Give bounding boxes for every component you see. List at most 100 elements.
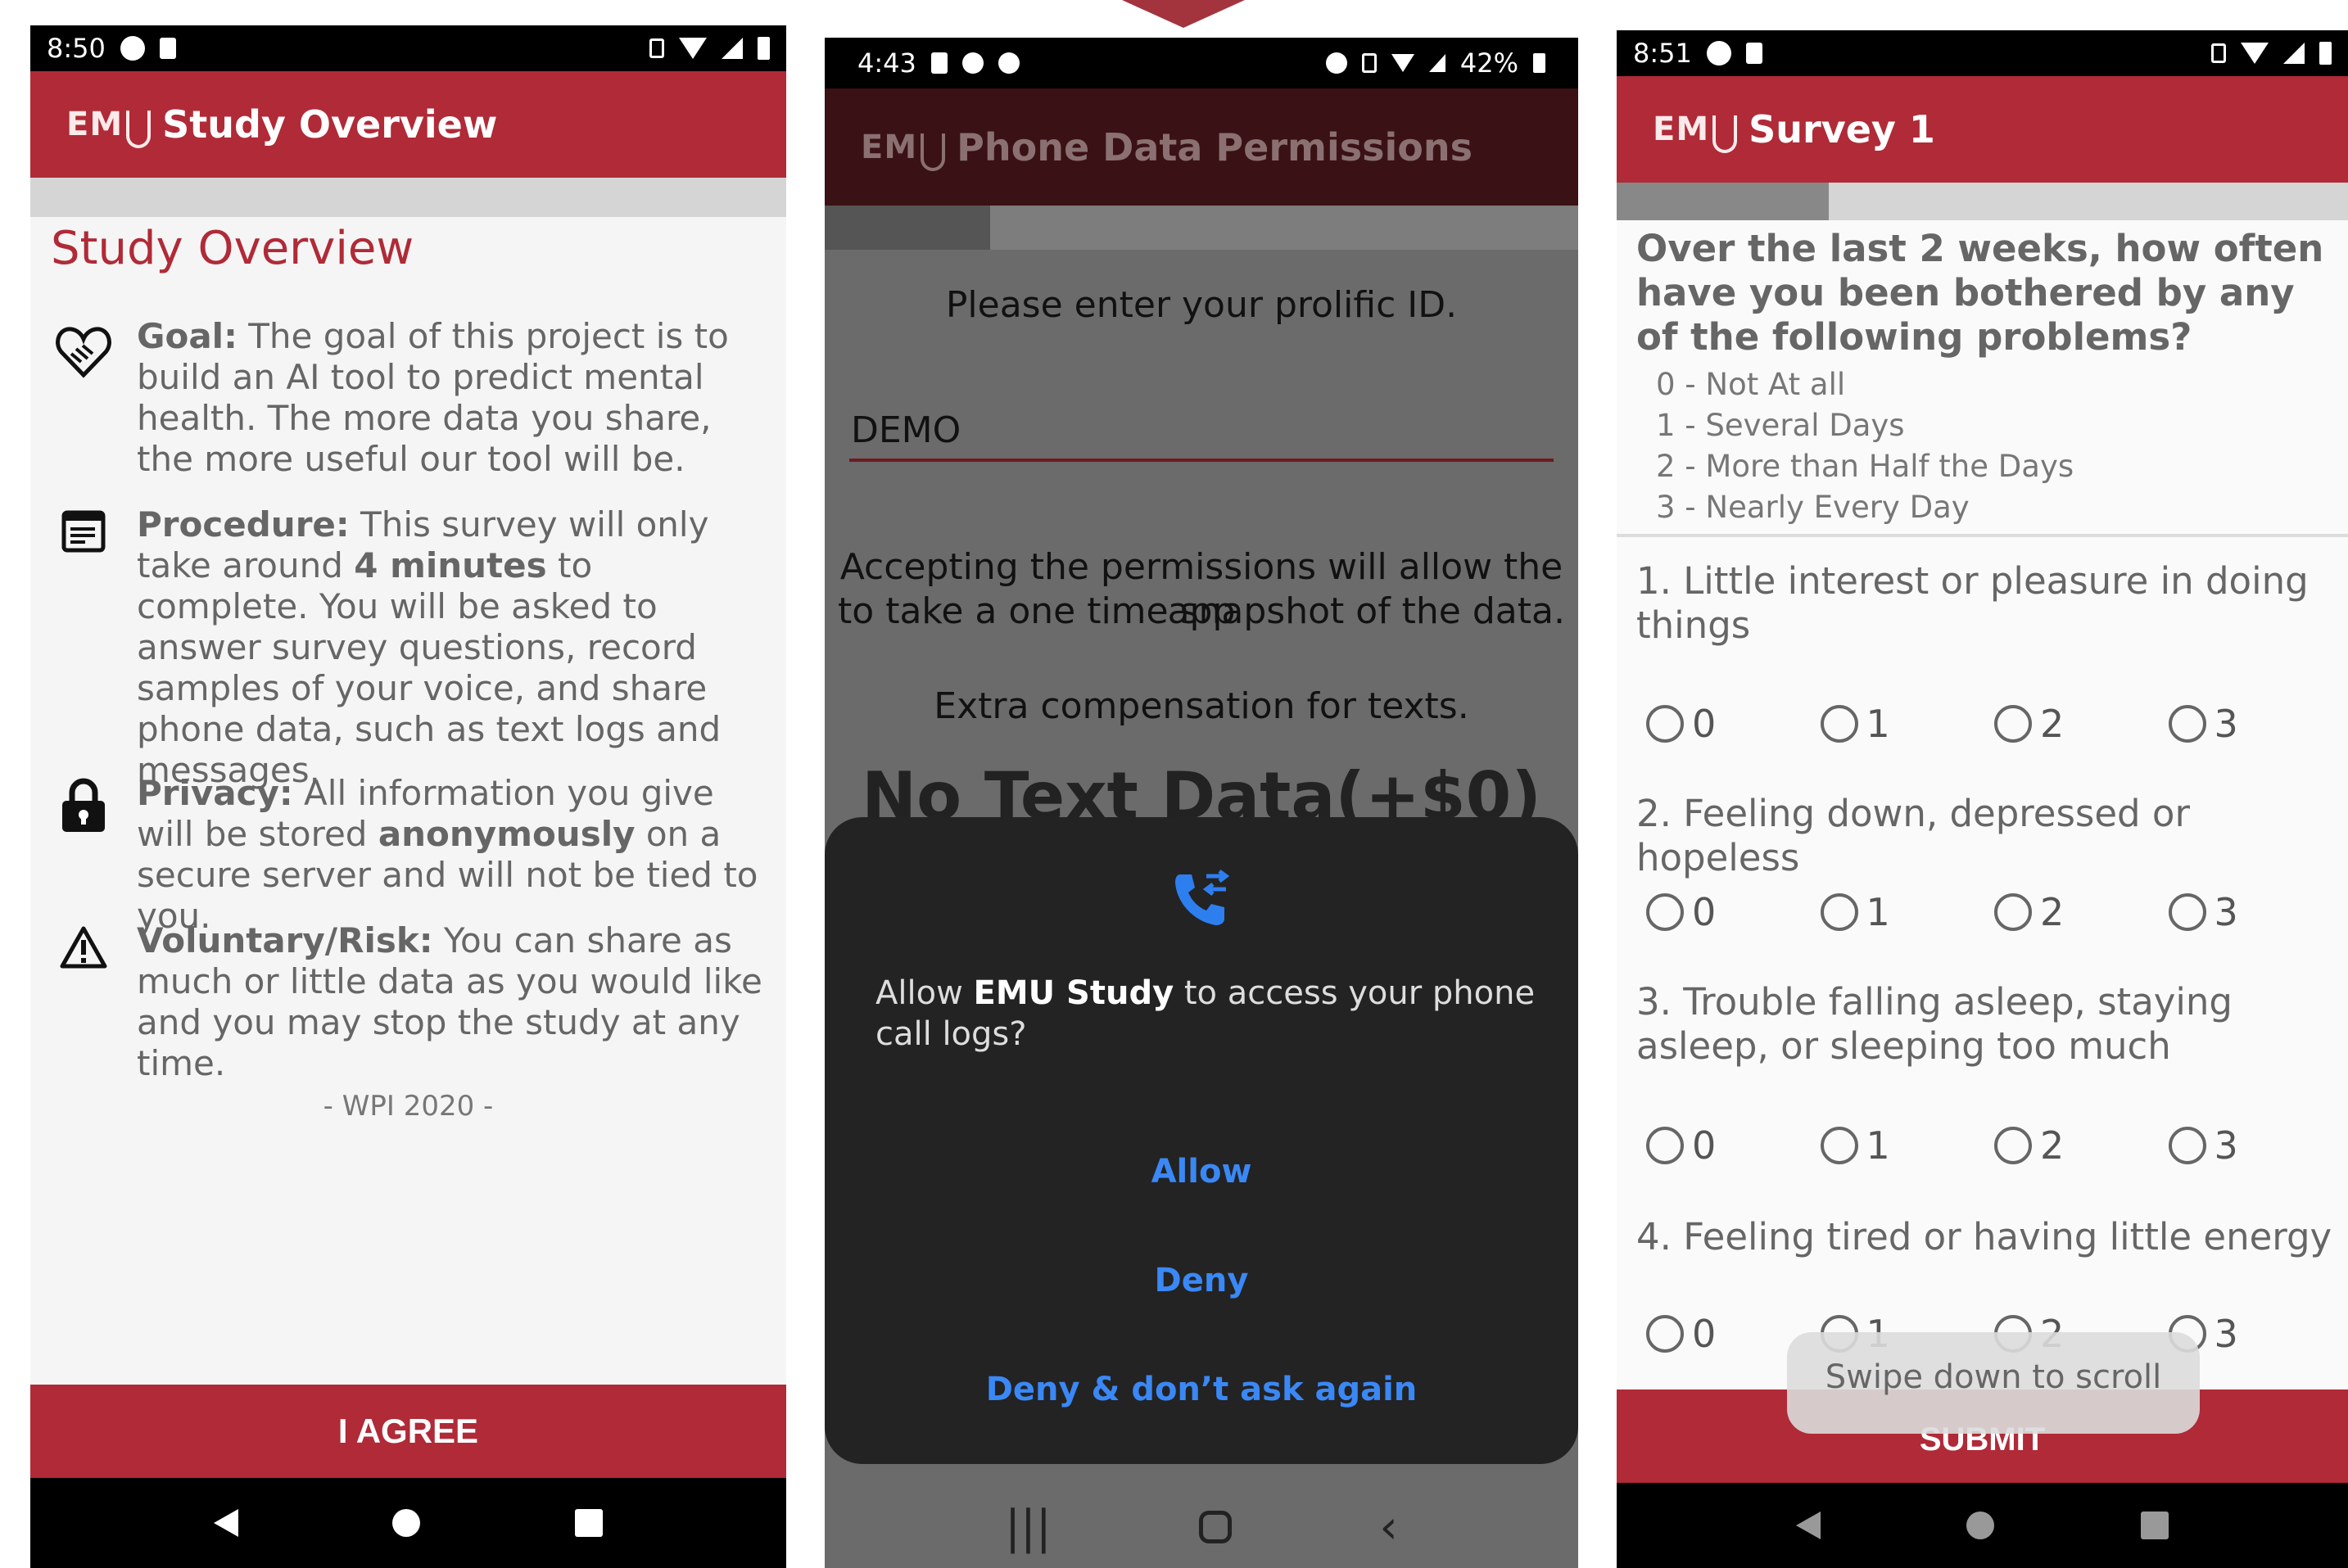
wifi-icon bbox=[1391, 54, 1414, 72]
divider bbox=[1617, 534, 2348, 537]
status-bar: 4:43 42% bbox=[825, 38, 1578, 88]
battery-icon bbox=[758, 37, 770, 60]
compensation-text: Extra compensation for texts. bbox=[934, 685, 1469, 727]
radio-option[interactable]: 0 bbox=[1646, 702, 1821, 746]
status-bar: 8:51 bbox=[1617, 30, 2348, 76]
permission-dialog: Allow EMU Study to access your phone cal… bbox=[825, 817, 1578, 1464]
app-notification-icon bbox=[998, 52, 1020, 74]
nav-bar: ||| ‹ bbox=[825, 1486, 1578, 1568]
goal-item: Goal: The goal of this project is to bui… bbox=[30, 316, 786, 480]
back-icon[interactable] bbox=[214, 1509, 239, 1537]
survey-screen: 8:51 EM Survey 1 Over the last 2 weeks, … bbox=[1617, 30, 2348, 1568]
radio-option[interactable]: 2 bbox=[1994, 1123, 2169, 1168]
privacy-item: Privacy: All information you give will b… bbox=[30, 773, 786, 937]
back-icon[interactable]: ‹ bbox=[1379, 1501, 1397, 1554]
gallery-icon bbox=[930, 52, 948, 74]
deny-button[interactable]: Deny bbox=[825, 1262, 1578, 1299]
radio-option[interactable]: 0 bbox=[1646, 890, 1821, 934]
scale-item: 0 - Not At all bbox=[1656, 367, 1846, 402]
progress-bar bbox=[825, 206, 1578, 250]
status-time: 4:43 bbox=[857, 47, 916, 79]
wifi-icon bbox=[2241, 43, 2269, 64]
recents-icon[interactable] bbox=[574, 1509, 603, 1537]
dialog-message: Allow EMU Study to access your phone cal… bbox=[875, 974, 1536, 1053]
allow-button[interactable]: Allow bbox=[825, 1153, 1578, 1191]
emu-logo: EM bbox=[1653, 111, 1710, 148]
stethoscope-logo-icon bbox=[1712, 115, 1738, 153]
status-time: 8:50 bbox=[47, 33, 106, 64]
battery-icon bbox=[1533, 53, 1545, 73]
toolbar-title: Survey 1 bbox=[1749, 107, 1935, 151]
instagram-icon bbox=[961, 52, 984, 74]
phone-call-logs-icon bbox=[1175, 870, 1230, 925]
radio-option[interactable]: 0 bbox=[1646, 1123, 1821, 1168]
app-notification-icon bbox=[120, 36, 145, 61]
radio-option[interactable]: 3 bbox=[2168, 702, 2343, 746]
radio-option[interactable]: 1 bbox=[1820, 890, 1995, 934]
question-1-options: 0 1 2 3 bbox=[1646, 702, 2342, 746]
app-notification-icon bbox=[1706, 41, 1731, 66]
radio-option[interactable]: 3 bbox=[2168, 890, 2343, 934]
recents-icon[interactable] bbox=[2140, 1512, 2169, 1539]
alarm-icon bbox=[1325, 52, 1347, 74]
question-2: 2. Feeling down, depressed or hopeless bbox=[1636, 792, 2190, 879]
page-title: Study Overview bbox=[51, 222, 414, 275]
sd-card-icon bbox=[1745, 43, 1762, 64]
back-icon[interactable] bbox=[1796, 1512, 1821, 1539]
app-toolbar: EM Survey 1 bbox=[1617, 76, 2348, 183]
signal-icon bbox=[1428, 54, 1445, 72]
app-toolbar: EM Phone Data Permissions bbox=[825, 88, 1578, 206]
toolbar-title: Study Overview bbox=[162, 102, 498, 147]
status-bar: 8:50 bbox=[30, 25, 786, 71]
signal-icon bbox=[2283, 43, 2305, 64]
home-icon[interactable] bbox=[1199, 1511, 1233, 1543]
procedure-text: Procedure: This survey will only take ar… bbox=[137, 504, 722, 790]
permission-info-line2: to take a one time snapshot of the data. bbox=[838, 590, 1565, 632]
prolific-prompt: Please enter your prolific ID. bbox=[945, 284, 1458, 326]
home-icon[interactable] bbox=[392, 1509, 421, 1537]
vibrate-icon bbox=[2211, 43, 2226, 63]
survey-progress-bar bbox=[1617, 183, 2348, 220]
signature: - WPI 2020 - bbox=[323, 1090, 494, 1123]
question-3-options: 0 1 2 3 bbox=[1646, 1123, 2342, 1168]
radio-option[interactable]: 3 bbox=[2168, 1123, 2343, 1168]
agree-button[interactable]: I AGREE bbox=[30, 1385, 786, 1478]
stethoscope-logo-icon bbox=[126, 111, 152, 148]
scale-legend: 0 - Not At all 1 - Several Days 2 - More… bbox=[1656, 364, 2074, 528]
progress-bar bbox=[30, 178, 786, 217]
emu-logo: EM bbox=[861, 128, 918, 166]
handshake-heart-icon bbox=[56, 327, 111, 378]
warning-icon bbox=[60, 926, 107, 969]
emu-logo: EM bbox=[66, 106, 124, 143]
radio-option[interactable]: 2 bbox=[1994, 890, 2169, 934]
question-2-options: 0 1 2 3 bbox=[1646, 890, 2342, 934]
progress-fill bbox=[1617, 183, 1829, 220]
scroll-toast: Swipe down to scroll bbox=[1787, 1332, 2200, 1434]
recents-icon[interactable]: ||| bbox=[1005, 1501, 1052, 1554]
privacy-text: Privacy: All information you give will b… bbox=[137, 773, 758, 936]
battery-icon bbox=[2319, 42, 2332, 65]
lock-icon bbox=[62, 778, 105, 832]
sd-card-icon bbox=[159, 38, 176, 59]
status-time: 8:51 bbox=[1633, 38, 1692, 69]
notes-icon bbox=[61, 510, 106, 553]
mute-icon bbox=[1361, 53, 1377, 73]
deny-dont-ask-button[interactable]: Deny & don’t ask again bbox=[825, 1371, 1578, 1408]
question-3: 3. Trouble falling asleep, staying aslee… bbox=[1636, 980, 2233, 1068]
radio-option[interactable]: 1 bbox=[1820, 1123, 1995, 1168]
goal-text: Goal: The goal of this project is to bui… bbox=[137, 316, 729, 479]
question-header: Over the last 2 weeks, how often have yo… bbox=[1636, 227, 2324, 359]
vibrate-icon bbox=[649, 38, 664, 58]
top-marker bbox=[1122, 0, 1245, 28]
scale-item: 2 - More than Half the Days bbox=[1656, 449, 2074, 484]
nav-bar bbox=[30, 1478, 786, 1568]
home-icon[interactable] bbox=[1966, 1512, 1995, 1539]
procedure-item: Procedure: This survey will only take ar… bbox=[30, 504, 786, 791]
wifi-icon bbox=[679, 38, 707, 59]
study-overview-screen: 8:50 EM Study Overview Study Overview Go… bbox=[30, 25, 786, 1568]
app-toolbar: EM Study Overview bbox=[30, 71, 786, 178]
radio-option[interactable]: 1 bbox=[1820, 702, 1995, 746]
battery-percent: 42% bbox=[1459, 47, 1518, 79]
radio-option[interactable]: 2 bbox=[1994, 702, 2169, 746]
prolific-id-input[interactable]: DEMO bbox=[849, 409, 1554, 462]
